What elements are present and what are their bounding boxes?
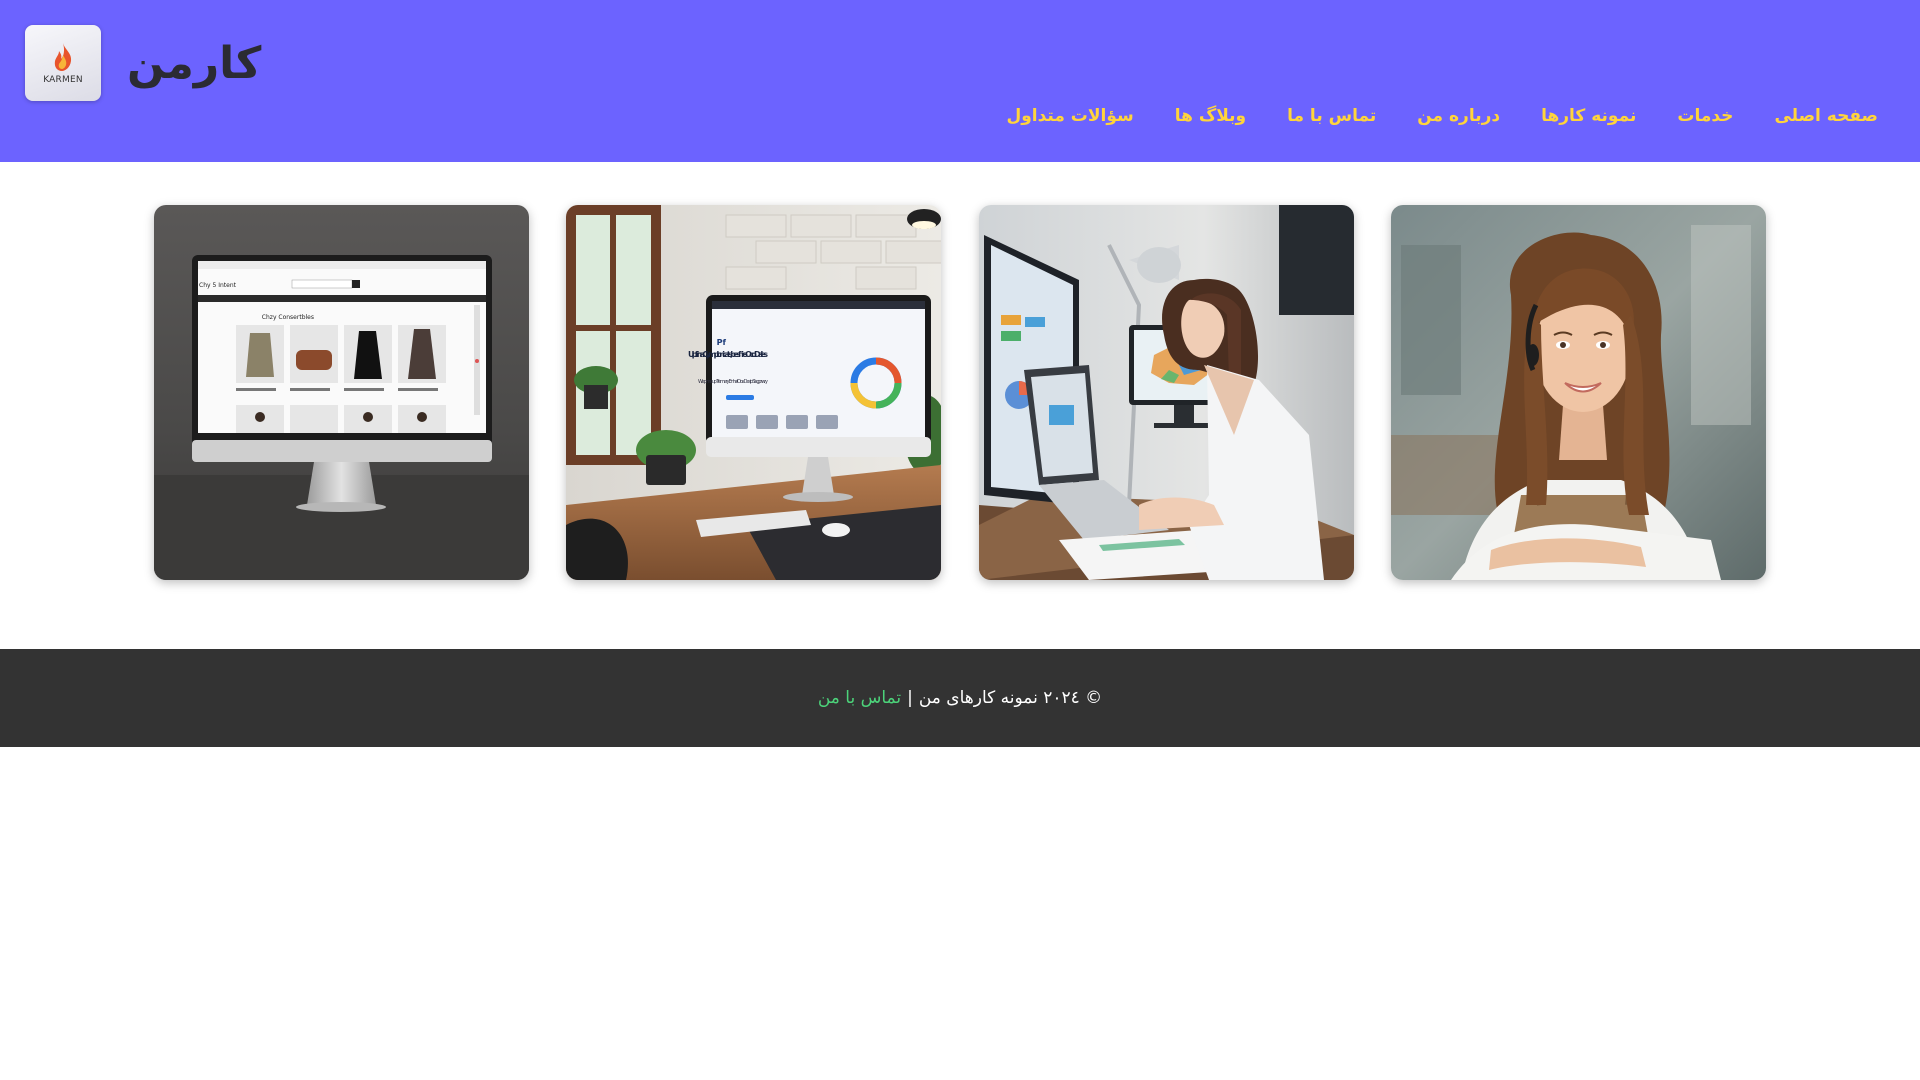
portfolio-woman-working[interactable]	[978, 205, 1354, 580]
shop-logo-text: Chy 5 Intent	[199, 282, 237, 289]
portfolio-gallery: Chy 5 Intent Chzy Consertbles Pf Upfrin …	[154, 205, 1766, 580]
footer-separator: |	[907, 688, 913, 708]
logo-text: KARMEN	[43, 74, 83, 85]
brand: KARMEN کارمن	[25, 25, 261, 101]
site-heading-text: Upfrin a Cy mplonicats, bes fire Oco Dal…	[688, 350, 768, 359]
portfolio-ecommerce-monitor[interactable]: Chy 5 Intent Chzy Consertbles	[154, 205, 530, 580]
site-sub-text: We pme up Tremery Enhal Oos Desip Slagpr…	[698, 379, 768, 385]
flame-icon	[54, 42, 72, 71]
site-brand-text: Pf	[717, 338, 727, 347]
footer-contact-link[interactable]: تماس با من	[818, 688, 901, 708]
nav-faq[interactable]: سؤالات متداول	[1006, 106, 1133, 126]
nav-about[interactable]: درباره من	[1417, 106, 1500, 126]
main-nav: صفحه اصلی خدمات نمونه کارها درباره من تم…	[1006, 106, 1878, 126]
footer-copyright: © ۲۰۲٤ نمونه کارهای من	[918, 688, 1103, 708]
logo[interactable]: KARMEN	[25, 25, 101, 101]
nav-contact[interactable]: تماس با ما	[1287, 106, 1376, 126]
nav-blogs[interactable]: وبلاگ ها	[1175, 106, 1246, 126]
website-desk-image: Pf Upfrin a Cy mplonicats, bes fire Oco …	[566, 205, 942, 580]
site-footer: © ۲۰۲٤ نمونه کارهای من | تماس با من	[0, 649, 1920, 747]
nav-services[interactable]: خدمات	[1677, 106, 1733, 126]
portfolio-woman-portrait[interactable]	[1391, 205, 1766, 580]
woman-working-image	[978, 205, 1354, 580]
site-header: KARMEN کارمن صفحه اصلی خدمات نمونه کارها…	[0, 0, 1920, 162]
site-title[interactable]: کارمن	[127, 38, 261, 89]
portfolio-website-desk[interactable]: Pf Upfrin a Cy mplonicats, bes fire Oco …	[566, 205, 942, 580]
ecommerce-monitor-image: Chy 5 Intent Chzy Consertbles	[154, 205, 530, 580]
nav-home[interactable]: صفحه اصلی	[1774, 106, 1878, 126]
woman-portrait-image	[1391, 205, 1766, 580]
nav-portfolio[interactable]: نمونه کارها	[1541, 106, 1636, 126]
shop-heading-text: Chzy Consertbles	[262, 314, 314, 321]
